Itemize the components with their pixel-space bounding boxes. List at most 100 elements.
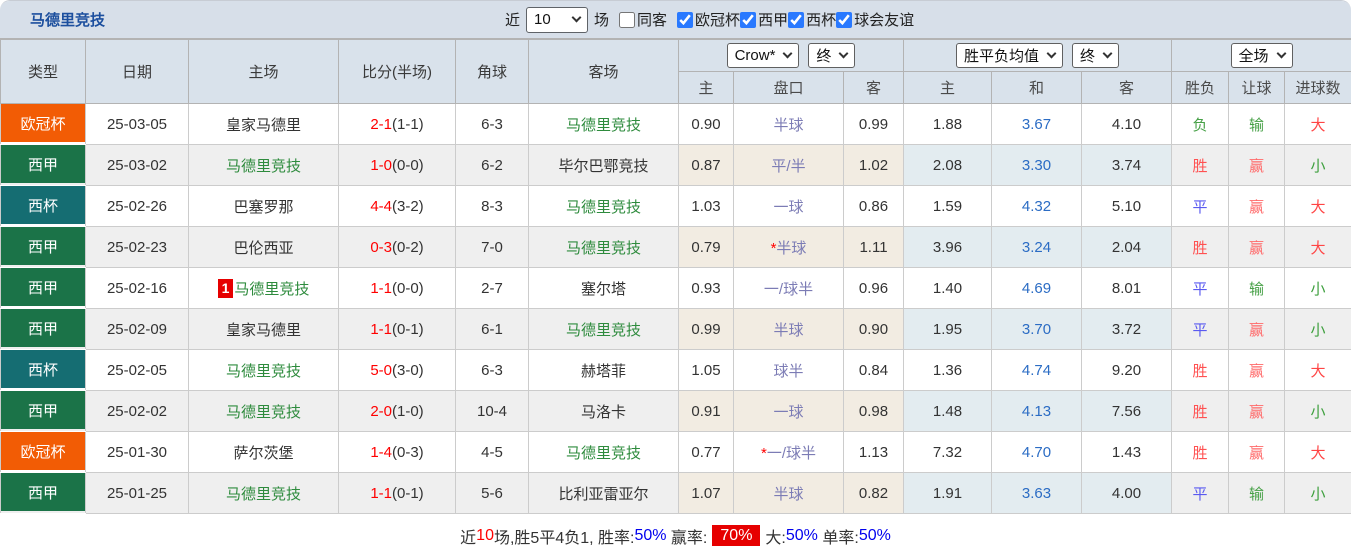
league-filter[interactable]: 欧冠杯 [677, 9, 740, 30]
avg-lose: 4.00 [1081, 472, 1173, 514]
away-team: 马洛卡 [528, 390, 679, 432]
result-goals: 大 [1284, 431, 1351, 473]
league-checkbox[interactable] [677, 11, 694, 28]
score: 1-4(0-3) [338, 431, 456, 473]
wdl-stage-select[interactable]: 终 [1072, 43, 1120, 68]
win-rate-value: 50% [634, 527, 667, 544]
big-rate-value: 50% [785, 527, 818, 544]
handicap: 半球 [733, 472, 844, 514]
result-handicap: 赢 [1228, 226, 1286, 268]
match-row: 西甲 25-02-09 皇家马德里 1-1(0-1) 6-1 马德里竞技 0.99 半球 0.9… [0, 308, 1351, 350]
corners: 5-6 [455, 472, 529, 514]
away-team: 马德里竞技 [528, 308, 679, 350]
odds-away: 0.96 [842, 267, 905, 309]
handicap: 一球 [733, 185, 844, 227]
result-wdl: 负 [1171, 103, 1230, 145]
avg-lose: 7.56 [1081, 390, 1173, 432]
away-team: 塞尔塔 [528, 267, 679, 309]
match-date: 25-01-25 [85, 472, 189, 514]
type-badge: 西杯 [1, 350, 85, 388]
league-checkbox[interactable] [788, 11, 805, 28]
corners: 6-1 [455, 308, 529, 350]
odds-home: 0.99 [678, 308, 734, 350]
result-wdl: 胜 [1171, 226, 1230, 268]
avg-lose: 3.72 [1081, 308, 1173, 350]
type-cell: 西甲 [0, 308, 86, 350]
odds-home: 0.91 [678, 390, 734, 432]
home-team: 马德里竞技 [188, 349, 339, 391]
score: 1-1(0-1) [338, 472, 456, 514]
scope-select[interactable]: 全场 [1230, 43, 1293, 68]
type-cell: 西杯 [0, 349, 86, 391]
match-row: 西甲 25-02-16 1 马德里竞技 1-1(0-0) 2-7 塞尔塔 0.93 一/球半 0.… [0, 267, 1351, 309]
avg-lose: 5.10 [1081, 185, 1173, 227]
wdl-provider-select[interactable]: 胜平负均值 [956, 43, 1064, 68]
avg-draw: 4.13 [991, 390, 1083, 432]
match-date: 25-02-05 [85, 349, 189, 391]
type-cell: 西杯 [0, 185, 86, 227]
type-badge: 西甲 [1, 268, 85, 306]
summary-prefix: 近 [460, 530, 477, 546]
sub-header-odds-home: 主 [678, 71, 734, 104]
result-goals: 大 [1284, 185, 1351, 227]
handicap: 一/球半 [733, 267, 844, 309]
single-rate-label: 单率: [817, 530, 859, 546]
col-header-away: 客场 [528, 39, 679, 104]
odds-provider-select[interactable]: Crow* [726, 43, 800, 68]
match-row: 西甲 25-01-25 马德里竞技 1-1(0-1) 5-6 比利亚雷亚尔 1.07 半球 0.… [0, 472, 1351, 514]
league-checkbox[interactable] [740, 11, 757, 28]
odds-stage-select[interactable]: 终 [808, 43, 856, 68]
same-opponent-checkbox[interactable] [619, 11, 636, 28]
col-header-corner: 角球 [455, 39, 529, 104]
league-filters: 欧冠杯 西甲 西杯 球会友谊 [677, 9, 914, 30]
avg-draw: 4.70 [991, 431, 1083, 473]
handicap: 平/半 [733, 144, 844, 186]
result-wdl: 胜 [1171, 349, 1230, 391]
home-team: 巴伦西亚 [188, 226, 339, 268]
topbar-controls: 近 10 场 同客 欧冠杯 西甲 西杯 球会友谊 [505, 6, 914, 33]
match-date: 25-02-23 [85, 226, 189, 268]
result-wdl: 胜 [1171, 431, 1230, 473]
odds-rate-value: 70% [712, 525, 761, 546]
match-date: 25-02-16 [85, 267, 189, 309]
handicap: 半球 [733, 103, 844, 145]
same-opponent-label[interactable]: 同客 [637, 9, 667, 30]
type-cell: 欧冠杯 [0, 103, 86, 145]
league-filter[interactable]: 西甲 [740, 9, 788, 30]
team-name: 马德里竞技 [30, 12, 106, 29]
avg-lose: 9.20 [1081, 349, 1173, 391]
avg-draw: 3.24 [991, 226, 1083, 268]
result-handicap: 赢 [1228, 349, 1286, 391]
avg-win: 1.88 [903, 103, 993, 145]
result-wdl: 平 [1171, 472, 1230, 514]
avg-win: 1.48 [903, 390, 993, 432]
home-team: 皇家马德里 [188, 308, 339, 350]
score: 5-0(3-0) [338, 349, 456, 391]
avg-lose: 1.43 [1081, 431, 1173, 473]
avg-draw: 4.74 [991, 349, 1083, 391]
league-filter[interactable]: 西杯 [788, 9, 836, 30]
league-checkbox[interactable] [836, 11, 853, 28]
match-row: 欧冠杯 25-01-30 萨尔茨堡 1-4(0-3) 4-5 马德里竞技 0.77 *一/球半… [0, 431, 1351, 473]
score: 1-0(0-0) [338, 144, 456, 186]
result-wdl: 平 [1171, 308, 1230, 350]
result-wdl: 平 [1171, 185, 1230, 227]
handicap: 半球 [733, 308, 844, 350]
league-filter[interactable]: 球会友谊 [836, 9, 914, 30]
away-team: 马德里竞技 [528, 103, 679, 145]
recent-count-select[interactable]: 10 [526, 6, 589, 33]
league-label: 西杯 [806, 12, 837, 29]
corners: 2-7 [455, 267, 529, 309]
result-wdl: 胜 [1171, 144, 1230, 186]
match-date: 25-02-09 [85, 308, 189, 350]
avg-draw: 4.32 [991, 185, 1083, 227]
chevron-down-icon [838, 48, 849, 59]
result-handicap: 赢 [1228, 144, 1286, 186]
type-cell: 西甲 [0, 226, 86, 268]
type-badge: 欧冠杯 [1, 432, 85, 470]
result-goals: 小 [1284, 472, 1351, 514]
odds-away: 0.82 [842, 472, 905, 514]
avg-win: 1.59 [903, 185, 993, 227]
odds-rate-label: 赢率: [666, 530, 708, 546]
sub-header-handicap: 盘口 [733, 71, 844, 104]
